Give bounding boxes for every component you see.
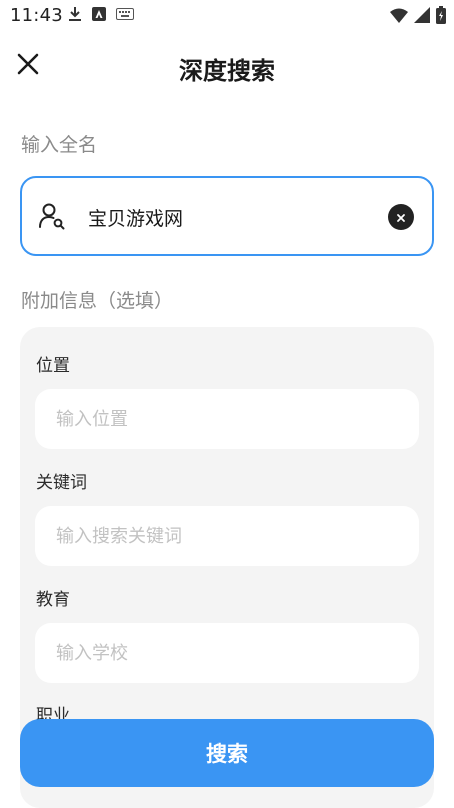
education-input[interactable] (35, 623, 419, 683)
status-time: 11:43 (10, 5, 63, 26)
search-button[interactable]: 搜索 (20, 719, 434, 787)
wifi-icon (390, 7, 408, 23)
education-label: 教育 (36, 590, 70, 610)
status-icons-right (390, 6, 446, 24)
page-title: 深度搜索 (179, 57, 275, 85)
location-input[interactable] (35, 389, 419, 449)
keyboard-icon (116, 8, 134, 20)
location-label: 位置 (36, 356, 70, 376)
clear-icon (396, 208, 406, 227)
keywords-label: 关键词 (36, 473, 87, 493)
person-search-icon (38, 202, 66, 230)
extra-info-label: 附加信息（选填） (21, 290, 174, 312)
download-icon (68, 6, 82, 22)
top-bar: 深度搜索 (0, 40, 454, 96)
keywords-input[interactable] (35, 506, 419, 566)
signal-icon (414, 7, 430, 23)
clear-button[interactable] (388, 204, 414, 230)
full-name-label: 输入全名 (21, 134, 98, 156)
app-icon (92, 7, 106, 21)
battery-icon (436, 6, 446, 24)
status-icons-left (68, 6, 134, 22)
full-name-field[interactable] (20, 176, 434, 256)
status-bar: 11:43 (0, 0, 454, 32)
full-name-input[interactable] (88, 200, 378, 234)
